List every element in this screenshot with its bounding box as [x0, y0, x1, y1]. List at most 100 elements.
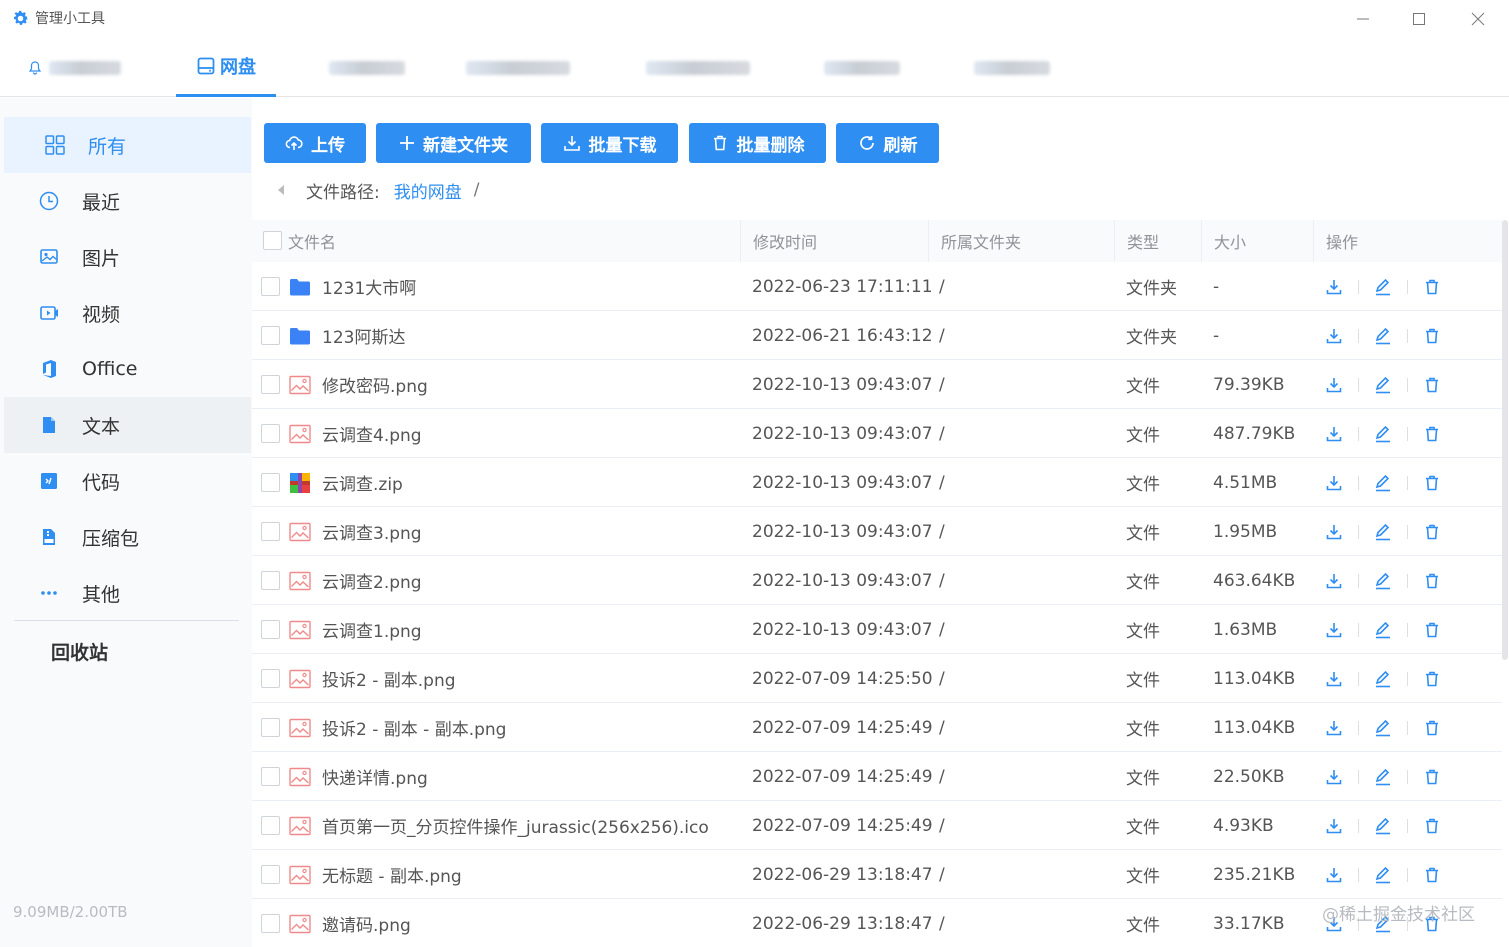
header-size[interactable]: 大小 — [1214, 220, 1246, 262]
table-row[interactable]: 云调查3.png 2022-10-13 09:43:07 / 文件 1.95MB — [252, 507, 1502, 556]
header-folder[interactable]: 所属文件夹 — [941, 220, 1021, 262]
edit-icon[interactable] — [1373, 669, 1393, 689]
sidebar-item-all[interactable]: 所有 — [4, 117, 251, 173]
tab-netdisk[interactable]: 网盘 — [176, 38, 276, 97]
edit-icon[interactable] — [1373, 767, 1393, 787]
header-name[interactable]: 文件名 — [288, 220, 336, 262]
row-checkbox[interactable] — [261, 669, 280, 688]
row-checkbox[interactable] — [261, 816, 280, 835]
file-name[interactable]: 云调查.zip — [322, 458, 403, 507]
download-icon[interactable] — [1324, 816, 1344, 836]
row-checkbox[interactable] — [261, 620, 280, 639]
minimize-button[interactable] — [1349, 6, 1377, 32]
download-icon[interactable] — [1324, 424, 1344, 444]
delete-icon[interactable] — [1422, 326, 1442, 346]
download-icon[interactable] — [1324, 473, 1344, 493]
tab-blurred-3[interactable] — [326, 38, 408, 97]
sidebar-item-code[interactable]: 代码 — [4, 453, 251, 509]
close-button[interactable] — [1464, 6, 1492, 32]
download-icon[interactable] — [1324, 620, 1344, 640]
sidebar-item-videos[interactable]: 视频 — [4, 285, 251, 341]
delete-icon[interactable] — [1422, 669, 1442, 689]
file-name[interactable]: 云调查3.png — [322, 507, 422, 556]
select-all-checkbox[interactable] — [263, 231, 282, 250]
download-icon[interactable] — [1324, 522, 1344, 542]
file-name[interactable]: 无标题 - 副本.png — [322, 850, 462, 899]
file-name[interactable]: 修改密码.png — [322, 360, 428, 409]
row-checkbox[interactable] — [261, 424, 280, 443]
file-name[interactable]: 1231大市啊 — [322, 262, 416, 311]
table-row[interactable]: 云调查.zip 2022-10-13 09:43:07 / 文件 4.51MB — [252, 458, 1502, 507]
header-modified[interactable]: 修改时间 — [753, 220, 817, 262]
row-checkbox[interactable] — [261, 571, 280, 590]
maximize-button[interactable] — [1405, 6, 1433, 32]
table-row[interactable]: 无标题 - 副本.png 2022-06-29 13:18:47 / 文件 235.21… — [252, 850, 1502, 899]
table-row[interactable]: 投诉2 - 副本.png 2022-07-09 14:25:50 / 文件 113.04… — [252, 654, 1502, 703]
table-row[interactable]: 投诉2 - 副本 - 副本.png 2022-07-09 14:25:49 / 文件 1… — [252, 703, 1502, 752]
row-checkbox[interactable] — [261, 767, 280, 786]
download-icon[interactable] — [1324, 277, 1344, 297]
row-checkbox[interactable] — [261, 718, 280, 737]
file-name[interactable]: 云调查2.png — [322, 556, 422, 605]
tab-blurred-7[interactable] — [972, 38, 1052, 97]
edit-icon[interactable] — [1373, 473, 1393, 493]
header-type[interactable]: 类型 — [1127, 220, 1159, 262]
delete-icon[interactable] — [1422, 375, 1442, 395]
back-arrow-icon[interactable] — [276, 184, 286, 196]
breadcrumb-root-link[interactable]: 我的网盘 — [394, 178, 462, 203]
download-icon[interactable] — [1324, 571, 1344, 591]
edit-icon[interactable] — [1373, 326, 1393, 346]
edit-icon[interactable] — [1373, 865, 1393, 885]
file-name[interactable]: 云调查1.png — [322, 605, 422, 654]
edit-icon[interactable] — [1373, 522, 1393, 542]
sidebar-item-office[interactable]: Office — [4, 341, 251, 397]
batch-delete-button[interactable]: 批量删除 — [689, 123, 826, 163]
sidebar-item-other[interactable]: 其他 — [4, 565, 251, 621]
delete-icon[interactable] — [1422, 816, 1442, 836]
edit-icon[interactable] — [1373, 718, 1393, 738]
delete-icon[interactable] — [1422, 473, 1442, 493]
download-icon[interactable] — [1324, 718, 1344, 738]
row-checkbox[interactable] — [261, 473, 280, 492]
download-icon[interactable] — [1324, 326, 1344, 346]
sidebar-item-archive[interactable]: 压缩包 — [4, 509, 251, 565]
row-checkbox[interactable] — [261, 914, 280, 933]
delete-icon[interactable] — [1422, 865, 1442, 885]
delete-icon[interactable] — [1422, 277, 1442, 297]
download-icon[interactable] — [1324, 767, 1344, 787]
table-row[interactable]: 快递详情.png 2022-07-09 14:25:49 / 文件 22.50KB — [252, 752, 1502, 801]
row-checkbox[interactable] — [261, 865, 280, 884]
sidebar-item-recent[interactable]: 最近 — [4, 173, 251, 229]
table-row[interactable]: 邀请码.png 2022-06-29 13:18:47 / 文件 33.17KB — [252, 899, 1502, 947]
refresh-button[interactable]: 刷新 — [836, 123, 939, 163]
upload-button[interactable]: 上传 — [264, 123, 366, 163]
download-icon[interactable] — [1324, 375, 1344, 395]
file-name[interactable]: 123阿斯达 — [322, 311, 405, 360]
file-name[interactable]: 云调查4.png — [322, 409, 422, 458]
table-row[interactable]: 修改密码.png 2022-10-13 09:43:07 / 文件 79.39KB — [252, 360, 1502, 409]
tab-blurred-6[interactable] — [822, 38, 902, 97]
delete-icon[interactable] — [1422, 718, 1442, 738]
edit-icon[interactable] — [1373, 375, 1393, 395]
download-icon[interactable] — [1324, 669, 1344, 689]
sidebar-item-text[interactable]: 文本 — [4, 397, 251, 453]
download-icon[interactable] — [1324, 865, 1344, 885]
table-row[interactable]: 123阿斯达 2022-06-21 16:43:12 / 文件夹 - — [252, 311, 1502, 360]
row-checkbox[interactable] — [261, 522, 280, 541]
recycle-bin-link[interactable]: 回收站 — [51, 638, 108, 665]
delete-icon[interactable] — [1422, 522, 1442, 542]
file-name[interactable]: 邀请码.png — [322, 899, 411, 947]
table-row[interactable]: 首页第一页_分页控件操作_jurassic(256x256).ico 2022-0… — [252, 801, 1502, 850]
edit-icon[interactable] — [1373, 620, 1393, 640]
edit-icon[interactable] — [1373, 277, 1393, 297]
tab-blurred-4[interactable] — [464, 38, 572, 97]
row-checkbox[interactable] — [261, 326, 280, 345]
file-name[interactable]: 投诉2 - 副本 - 副本.png — [322, 703, 506, 752]
tab-home[interactable] — [14, 38, 134, 97]
delete-icon[interactable] — [1422, 571, 1442, 591]
row-checkbox[interactable] — [261, 277, 280, 296]
delete-icon[interactable] — [1422, 767, 1442, 787]
edit-icon[interactable] — [1373, 816, 1393, 836]
batch-download-button[interactable]: 批量下载 — [541, 123, 678, 163]
tab-blurred-5[interactable] — [644, 38, 752, 97]
